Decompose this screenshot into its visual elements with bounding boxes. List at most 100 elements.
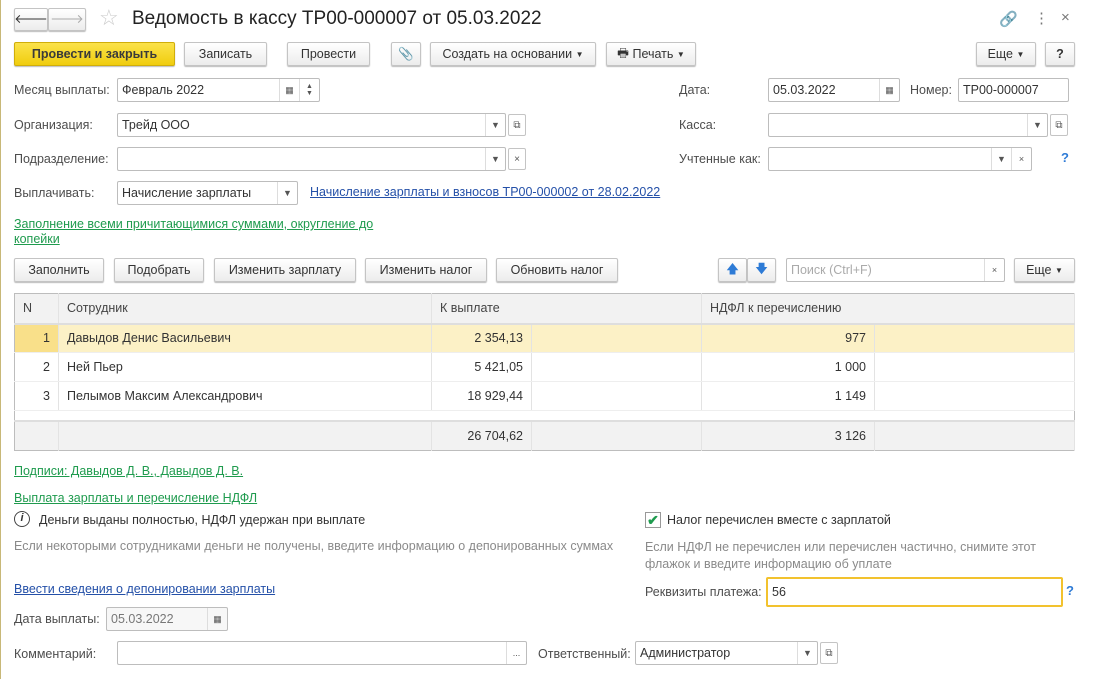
favorite-star-icon[interactable]: ☆ [99, 5, 119, 31]
help-icon[interactable]: ? [1061, 150, 1069, 165]
update-tax-button[interactable]: Обновить налог [496, 258, 618, 282]
month-stepper[interactable]: ▲ ▼ [299, 79, 319, 101]
dropdown-arrow-icon: ▼ [575, 49, 584, 59]
pay-date-field[interactable]: 05.03.2022 ▦ [106, 607, 228, 631]
move-down-button[interactable]: 🡇 [747, 258, 776, 282]
pay-value: Начисление зарплаты [122, 186, 252, 200]
fill-button[interactable]: Заполнить [14, 258, 104, 282]
deposit-link[interactable]: Ввести сведения о депонировании зарплаты [14, 582, 275, 596]
open-icon[interactable]: ⧉ [820, 642, 838, 664]
more-button[interactable]: Еще ▼ [976, 42, 1036, 66]
number-label: Номер: [910, 83, 952, 97]
col-employee[interactable]: Сотрудник [58, 293, 432, 325]
save-button[interactable]: Записать [184, 42, 267, 66]
comment-field[interactable]: ... [117, 641, 527, 665]
total-tax: 3 126 [701, 419, 875, 451]
arrow-down-icon: 🡇 [755, 261, 768, 276]
calendar-icon[interactable]: ▦ [879, 79, 899, 101]
fill-mode-link[interactable]: Заполнение всеми причитающимися суммами,… [14, 217, 404, 247]
attach-button[interactable]: 📎 [391, 42, 421, 66]
print-label: Печать [632, 47, 674, 61]
tax-checkbox[interactable]: ✔ [645, 512, 661, 528]
dropdown-arrow-icon[interactable]: ▼ [277, 182, 297, 204]
clear-icon[interactable]: × [508, 148, 526, 170]
accounted-field[interactable]: ▼ × [768, 147, 1032, 171]
tax-hint: Если НДФЛ не перечислен или перечислен ч… [645, 540, 1036, 571]
arrow-left-icon: 🡐 [14, 12, 48, 26]
clear-icon[interactable]: × [1011, 148, 1031, 170]
accounted-label: Учтенные как: [679, 152, 761, 166]
total-pay: 26 704,62 [431, 419, 532, 451]
dropdown-arrow-icon: ▼ [1016, 49, 1025, 59]
employees-table[interactable]: N Сотрудник К выплате НДФЛ к перечислению 1… [14, 293, 1075, 451]
date-label: Дата: [679, 83, 711, 97]
org-field[interactable]: Трейд ООО ▼ [117, 113, 506, 137]
open-icon[interactable]: ⧉ [1050, 114, 1068, 136]
pick-button[interactable]: Подобрать [114, 258, 204, 282]
info-icon: i [14, 511, 30, 527]
dropdown-arrow-icon: ▼ [676, 49, 685, 59]
row-name: Давыдов Денис Васильевич [58, 323, 432, 353]
pay-date-value: 05.03.2022 [111, 612, 174, 626]
post-button[interactable]: Провести [287, 42, 370, 66]
requisites-input[interactable]: 56 [766, 577, 1063, 607]
table-row[interactable]: 2 Ней Пьер 5 421,05 1 000 [14, 352, 1075, 382]
dropdown-arrow-icon[interactable]: ▼ [991, 148, 1011, 170]
open-icon[interactable]: ⧉ [508, 114, 526, 136]
number-value: ТР00-000007 [963, 83, 1039, 97]
calendar-icon[interactable]: ▦ [279, 79, 299, 101]
month-value: Февраль 2022 [122, 83, 205, 97]
close-icon[interactable]: × [1061, 9, 1070, 26]
date-field[interactable]: 05.03.2022 ▦ [768, 78, 900, 102]
pay-field[interactable]: Начисление зарплаты ▼ [117, 181, 298, 205]
more-menu-icon[interactable]: ⋮ [1034, 9, 1049, 27]
month-field[interactable]: Февраль 2022 ▦ ▲ ▼ [117, 78, 320, 102]
clear-icon[interactable]: × [984, 259, 1004, 281]
table-row[interactable]: 3 Пелымов Максим Александрович 18 929,44 1 … [14, 381, 1075, 411]
calendar-icon[interactable]: ▦ [207, 608, 227, 630]
tax-checkbox-label: Налог перечислен вместе с зарплатой [667, 513, 891, 527]
link-icon[interactable]: 🔗 [999, 10, 1018, 28]
ellipsis-icon[interactable]: ... [506, 642, 526, 664]
printer-icon: 🖶 [617, 45, 629, 60]
dept-label: Подразделение: [14, 152, 109, 166]
col-tax[interactable]: НДФЛ к перечислению [701, 293, 1075, 325]
change-tax-button[interactable]: Изменить налог [365, 258, 487, 282]
row-n: 1 [14, 323, 59, 353]
dropdown-arrow-icon[interactable]: ▼ [797, 642, 817, 664]
col-pay[interactable]: К выплате [431, 293, 702, 325]
dropdown-arrow-icon[interactable]: ▼ [485, 114, 505, 136]
row-tax: 1 000 [701, 352, 875, 382]
info-text: Деньги выданы полностью, НДФЛ удержан пр… [39, 513, 366, 527]
help-button[interactable]: ? [1045, 42, 1075, 66]
totals-row: 26 704,62 3 126 [14, 419, 1075, 451]
accrual-document-link[interactable]: Начисление зарплаты и взносов ТР00-00000… [310, 185, 660, 199]
row-tax: 977 [701, 323, 875, 353]
forward-button[interactable]: 🡒 [48, 8, 86, 31]
search-input[interactable]: Поиск (Ctrl+F) × [786, 258, 1005, 282]
post-and-close-button[interactable]: Провести и закрыть [14, 42, 175, 66]
create-based-button[interactable]: Создать на основании ▼ [430, 42, 596, 66]
change-salary-button[interactable]: Изменить зарплату [214, 258, 356, 282]
dropdown-arrow-icon[interactable]: ▼ [1027, 114, 1047, 136]
cash-field[interactable]: ▼ [768, 113, 1048, 137]
row-n: 3 [14, 381, 59, 411]
dept-field[interactable]: ▼ [117, 147, 506, 171]
signatures-link[interactable]: Подписи: Давыдов Д. В., Давыдов Д. В. [14, 464, 243, 478]
col-n[interactable]: N [14, 293, 59, 325]
more-label: Еще [1026, 263, 1052, 277]
help-icon[interactable]: ? [1066, 583, 1074, 598]
table-row[interactable]: 1 Давыдов Денис Васильевич 2 354,13 977 [14, 323, 1075, 353]
payment-link[interactable]: Выплата зарплаты и перечисление НДФЛ [14, 491, 257, 505]
dropdown-arrow-icon[interactable]: ▼ [485, 148, 505, 170]
responsible-field[interactable]: Администратор ▼ [635, 641, 818, 665]
page-title: Ведомость в кассу ТР00-000007 от 05.03.2… [132, 8, 542, 29]
print-button[interactable]: 🖶 Печать ▼ [606, 42, 696, 66]
row-pay: 5 421,05 [431, 352, 532, 382]
back-button[interactable]: 🡐 [14, 8, 48, 31]
table-more-button[interactable]: Еще ▼ [1014, 258, 1075, 282]
responsible-value: Администратор [640, 646, 731, 660]
move-up-button[interactable]: 🡅 [718, 258, 747, 282]
number-field[interactable]: ТР00-000007 [958, 78, 1069, 102]
cash-label: Касса: [679, 118, 717, 132]
